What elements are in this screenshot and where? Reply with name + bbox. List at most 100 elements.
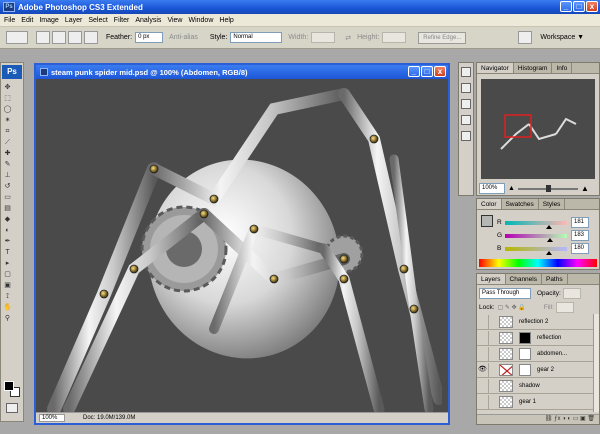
eraser-tool-icon[interactable]: ▭ [3,193,12,202]
path-select-icon[interactable]: ▸ [3,259,12,268]
style-select[interactable]: Normal [230,32,283,43]
hand-tool-icon[interactable]: ✋ [3,303,12,312]
menu-help[interactable]: Help [219,17,233,24]
close-button[interactable]: x [586,1,598,12]
zoom-tool-icon[interactable]: ⚲ [3,314,12,323]
color-fg-swatch[interactable] [481,215,493,227]
width-input[interactable] [311,32,336,43]
layer-visibility-eye-icon[interactable]: 👁 [477,362,489,377]
intersect-selection-icon[interactable] [84,31,98,44]
layer-visibility-eye-icon[interactable] [477,346,489,361]
opacity-input[interactable] [562,288,581,299]
layers-scrollbar[interactable] [593,314,599,412]
tab-swatches[interactable]: Swatches [502,199,539,209]
move-tool-icon[interactable]: ✥ [3,83,12,92]
menu-image[interactable]: Image [39,17,58,24]
history-brush-icon[interactable]: ↺ [3,182,12,191]
layer-comps-icon[interactable] [461,99,471,109]
channel-slider-2[interactable] [505,246,567,255]
menu-view[interactable]: View [167,17,182,24]
layer-visibility-eye-icon[interactable] [477,378,489,393]
brushes-palette-icon[interactable] [518,31,533,44]
channel-value-1[interactable]: 183 [571,230,589,241]
lock-icons[interactable]: ▢ ✎ ✥ 🔒 [498,304,526,311]
layer-row[interactable]: reflection [477,330,595,346]
tab-styles[interactable]: Styles [539,199,566,209]
tab-color[interactable]: Color [477,199,502,209]
notes-tool-icon[interactable]: ▣ [3,281,12,290]
menu-layer[interactable]: Layer [65,17,83,24]
menu-select[interactable]: Select [88,17,107,24]
type-tool-icon[interactable]: T [3,248,12,257]
channel-slider-thumb-0[interactable] [546,224,553,229]
navigator-zoom-field[interactable]: 100% [479,183,505,194]
doc-close-button[interactable]: x [434,66,446,77]
history-icon[interactable] [461,131,471,141]
magic-wand-icon[interactable]: ✶ [3,116,12,125]
layer-mask-thumbnail[interactable] [519,347,531,360]
shape-tool-icon[interactable]: ▢ [3,270,12,279]
tab-navigator[interactable]: Navigator [477,63,514,73]
layer-visibility-eye-icon[interactable] [477,394,489,409]
doc-minimize-button[interactable]: _ [408,66,420,77]
crop-tool-icon[interactable]: ⌗ [3,127,12,136]
marquee-preset-icon[interactable] [6,31,28,44]
swap-icon[interactable]: ⇄ [345,34,351,42]
lasso-tool-icon[interactable]: ◯ [3,105,12,114]
tab-info[interactable]: Info [552,63,573,73]
layer-visibility-eye-icon[interactable] [477,314,489,329]
add-selection-icon[interactable] [52,31,66,44]
layer-visibility-eye-icon[interactable] [477,330,489,345]
channel-value-2[interactable]: 180 [571,243,589,254]
actions-icon[interactable] [461,115,471,125]
eyedropper-tool-icon[interactable]: ⟟ [3,292,12,301]
tab-histogram[interactable]: Histogram [514,63,553,73]
menu-file[interactable]: File [4,17,15,24]
doc-info[interactable]: Doc: 19.0M/139.0M [83,415,135,421]
antialias-checkbox[interactable]: Anti-alias [169,34,198,41]
quick-mask-icon[interactable] [6,403,18,413]
height-input[interactable] [382,32,407,43]
tool-presets-icon[interactable] [461,83,471,93]
color-ramp[interactable] [479,259,597,267]
layer-mask-thumbnail[interactable] [519,363,531,376]
layer-row[interactable]: gear 1 [477,394,595,410]
foreground-color-swatch[interactable] [4,381,14,391]
minimize-button[interactable]: _ [560,1,572,12]
menu-analysis[interactable]: Analysis [135,17,161,24]
tab-paths[interactable]: Paths [542,274,568,284]
menu-edit[interactable]: Edit [21,17,33,24]
channel-slider-thumb-2[interactable] [546,250,553,255]
channel-slider-0[interactable] [505,220,567,229]
brushes-icon[interactable] [461,67,471,77]
menu-filter[interactable]: Filter [114,17,130,24]
channel-slider-1[interactable] [505,233,567,242]
slice-tool-icon[interactable]: ⟋ [3,138,12,147]
layer-row[interactable]: 👁 gear 2 [477,362,595,378]
healing-tool-icon[interactable]: ✚ [3,149,12,158]
navigator-thumbnail[interactable] [481,79,595,179]
tab-channels[interactable]: Channels [506,274,542,284]
maximize-button[interactable]: □ [573,1,585,12]
workspace-menu[interactable]: Workspace ▼ [540,34,584,41]
channel-slider-thumb-1[interactable] [546,237,553,242]
blend-mode-select[interactable]: Pass Through [479,288,531,299]
marquee-tool-icon[interactable]: ⬚ [3,94,12,103]
feather-input[interactable]: 0 px [135,32,164,43]
navigator-zoom-slider[interactable] [517,184,578,192]
layer-row[interactable]: reflection 2 [477,314,595,330]
dodge-tool-icon[interactable]: ◐ [3,226,12,235]
stamp-tool-icon[interactable]: ⊥ [3,171,12,180]
new-selection-icon[interactable] [36,31,50,44]
tab-layers[interactable]: Layers [477,274,506,284]
subtract-selection-icon[interactable] [68,31,82,44]
canvas[interactable] [44,79,442,414]
zoom-in-icon[interactable]: ▲ [581,184,589,193]
channel-value-0[interactable]: 181 [571,217,589,228]
doc-maximize-button[interactable]: □ [421,66,433,77]
layer-mask-thumbnail[interactable] [519,331,531,344]
refine-edge-button[interactable]: Refine Edge... [418,31,467,44]
blur-tool-icon[interactable]: ◆ [3,215,12,224]
gradient-tool-icon[interactable]: ▤ [3,204,12,213]
layer-row[interactable]: shadow [477,378,595,394]
